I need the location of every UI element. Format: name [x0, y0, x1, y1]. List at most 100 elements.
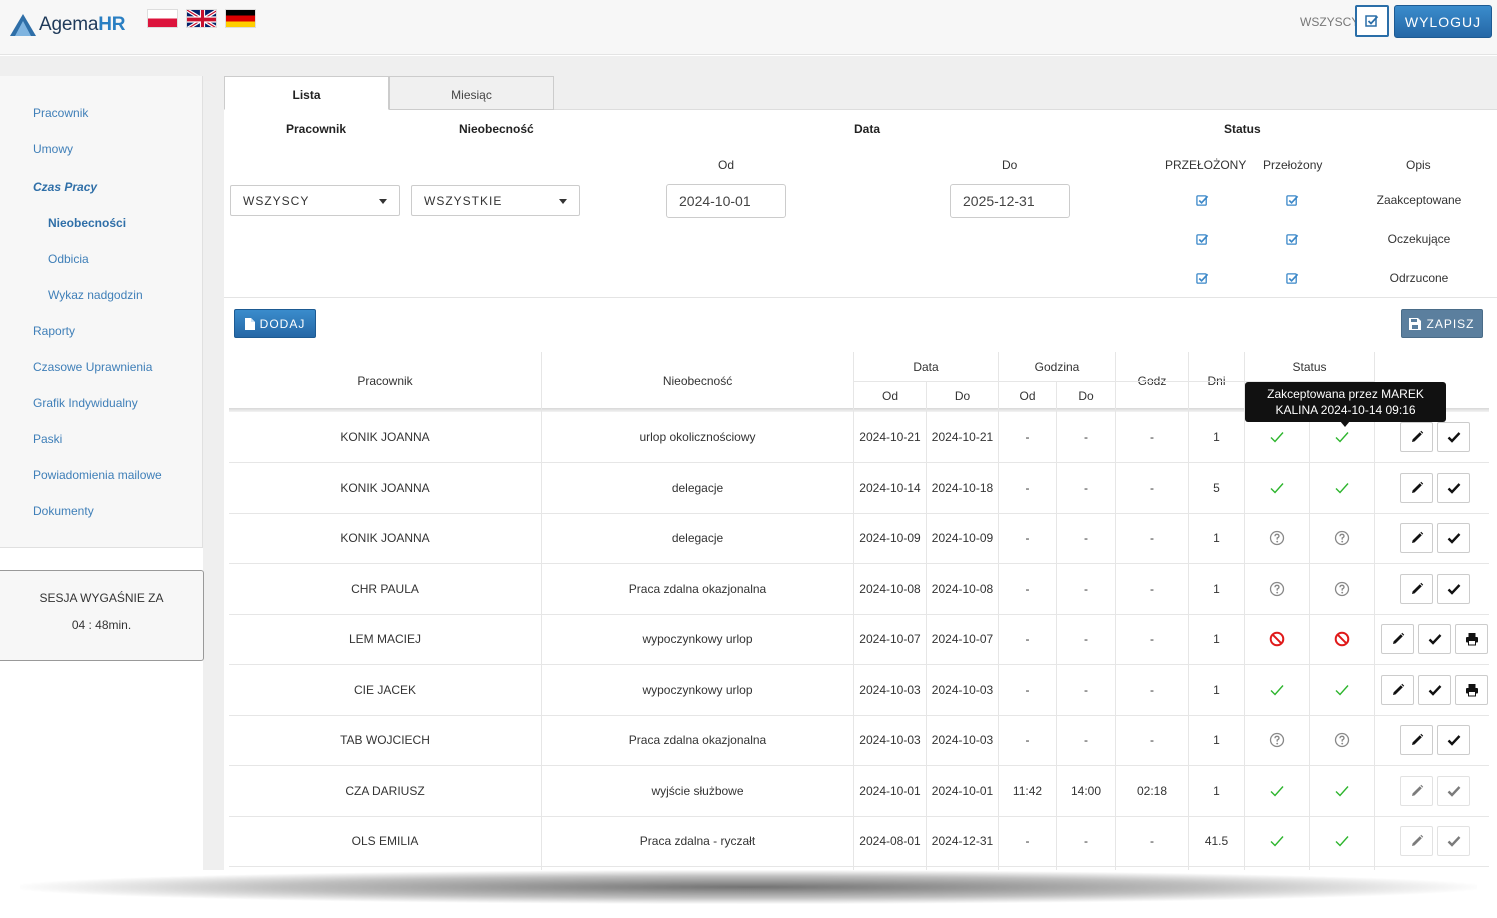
th-data-od[interactable]: Od — [854, 382, 926, 410]
tab-lista[interactable]: Lista — [224, 76, 389, 110]
status-filter-przelozony-checkbox[interactable] — [1286, 233, 1299, 246]
date-from-input[interactable]: 2024-10-01 — [666, 184, 786, 218]
cell-status-przelozony[interactable] — [1310, 766, 1374, 816]
cell-status-przelozony-upper[interactable] — [1245, 614, 1309, 664]
cell-status-przelozony-upper[interactable] — [1245, 665, 1309, 715]
approve-button[interactable] — [1418, 624, 1451, 654]
approve-button[interactable] — [1437, 725, 1470, 755]
th-pracownik[interactable]: Pracownik — [229, 352, 541, 410]
edit-button[interactable] — [1400, 775, 1433, 806]
tab-miesiac[interactable]: Miesiąc — [389, 76, 554, 110]
print-button[interactable] — [1455, 624, 1488, 654]
sidebar-item-umowy[interactable]: Umowy — [33, 142, 73, 156]
file-icon — [244, 317, 255, 330]
pencil-icon — [1411, 531, 1423, 543]
cell-godz: - — [1150, 581, 1154, 596]
nieobecnosc-select[interactable]: WSZYSTKIE — [411, 185, 580, 216]
approve-button[interactable] — [1437, 826, 1470, 856]
cell-dni: 1 — [1213, 581, 1220, 596]
cell-status-przelozony-upper[interactable] — [1245, 513, 1309, 563]
cell-data-do: 2024-10-01 — [931, 783, 994, 798]
cell-status-przelozony-upper[interactable] — [1245, 715, 1309, 765]
edit-button[interactable] — [1400, 472, 1433, 503]
status-filter-przelozony-upper-checkbox[interactable] — [1196, 233, 1209, 246]
cell-status-przelozony-upper[interactable] — [1245, 463, 1309, 513]
th-nieobecnosc[interactable]: Nieobecność — [542, 352, 853, 410]
th-godzina-od[interactable]: Od — [999, 382, 1056, 410]
cell-status-przelozony[interactable] — [1310, 715, 1374, 765]
tooltip-line2: KALINA 2024-10-14 09:16 — [1275, 403, 1416, 417]
save-button[interactable]: ZAPISZ — [1401, 309, 1483, 338]
approve-button[interactable] — [1437, 775, 1470, 806]
edit-button[interactable] — [1400, 523, 1433, 553]
edit-button[interactable] — [1400, 725, 1433, 755]
flag-de-icon[interactable] — [225, 9, 256, 28]
sidebar-item-nieobecnosci[interactable]: Nieobecności — [48, 216, 126, 230]
cell-status-przelozony[interactable] — [1310, 463, 1374, 513]
cell-status-przelozony[interactable] — [1310, 665, 1374, 715]
status-filter-przelozony-upper-checkbox[interactable] — [1196, 272, 1209, 285]
edit-button[interactable] — [1381, 624, 1414, 654]
cell-status-przelozony[interactable] — [1310, 564, 1374, 614]
logout-button[interactable]: WYLOGUJ — [1394, 5, 1492, 38]
status-col-przelozony: Przełożony — [1263, 158, 1323, 172]
cell-data-do: 2024-10-18 — [931, 480, 994, 495]
approve-button[interactable] — [1437, 472, 1470, 503]
approve-button[interactable] — [1437, 573, 1470, 604]
wszyscy-checkbox[interactable] — [1355, 5, 1389, 37]
status-filter-przelozony-upper-checkbox[interactable] — [1196, 194, 1209, 207]
sidebar-item-grafik-indywidualny[interactable]: Grafik Indywidualny — [33, 396, 138, 410]
status-filter-label: Odrzucone — [1389, 271, 1449, 285]
logo[interactable]: AgemaHR — [9, 10, 125, 40]
cell-status-przelozony-upper[interactable] — [1245, 564, 1309, 614]
th-data-do[interactable]: Do — [927, 382, 998, 410]
date-to-input[interactable]: 2025-12-31 — [950, 184, 1070, 218]
sidebar-item-paski[interactable]: Paski — [33, 432, 62, 446]
edit-button[interactable] — [1381, 674, 1414, 705]
sidebar-item-powiadomienia[interactable]: Powiadomienia mailowe — [33, 468, 162, 482]
cell-data-do: 2024-10-21 — [931, 430, 994, 444]
cell-status-przelozony-upper[interactable] — [1245, 816, 1309, 866]
th-godzina-do[interactable]: Do — [1057, 382, 1115, 410]
add-button[interactable]: DODAJ — [234, 309, 316, 338]
cell-status-przelozony[interactable] — [1310, 614, 1374, 664]
column-divider — [1374, 352, 1375, 870]
approve-button[interactable] — [1437, 523, 1470, 553]
filter-pracownik-header: Pracownik — [286, 122, 347, 136]
cell-godzina-do: - — [1084, 682, 1088, 697]
approve-button[interactable] — [1437, 422, 1470, 452]
th-data: Data — [854, 354, 998, 380]
edit-button[interactable] — [1400, 573, 1433, 604]
cell-dni: 1 — [1213, 632, 1220, 646]
sidebar-item-raporty[interactable]: Raporty — [33, 324, 75, 338]
status-filter-przelozony-checkbox[interactable] — [1286, 272, 1299, 285]
cell-dni: 1 — [1213, 430, 1220, 444]
cell-data-od: 2024-10-07 — [859, 632, 921, 646]
print-button[interactable] — [1455, 674, 1488, 705]
sidebar-item-czasowe-uprawnienia[interactable]: Czasowe Uprawnienia — [33, 360, 152, 374]
cell-status-przelozony[interactable] — [1310, 513, 1374, 563]
cell-godzina-do: 14:00 — [1070, 783, 1102, 798]
sidebar-item-odbicia[interactable]: Odbicia — [48, 252, 89, 266]
flag-en-icon[interactable] — [186, 9, 217, 28]
cell-pracownik: OLS EMILIA — [351, 834, 419, 848]
sidebar-item-wykaz-nadgodzin[interactable]: Wykaz nadgodzin — [48, 288, 143, 302]
pracownik-select[interactable]: WSZYSCY — [230, 185, 400, 216]
status-filter-przelozony-checkbox[interactable] — [1286, 194, 1299, 207]
cell-nieobecnosc: Praca zdalna - ryczałt — [639, 834, 756, 848]
cell-godz: - — [1150, 834, 1154, 848]
column-divider — [1244, 352, 1245, 870]
sidebar-item-dokumenty[interactable]: Dokumenty — [33, 504, 94, 518]
question-circle-icon — [1334, 530, 1350, 546]
edit-button[interactable] — [1400, 826, 1433, 856]
sidebar-item-czas-pracy[interactable]: Czas Pracy — [33, 180, 97, 194]
approve-button[interactable] — [1418, 674, 1451, 705]
sidebar-item-pracownik[interactable]: Pracownik — [33, 106, 88, 120]
flag-pl-icon[interactable] — [147, 9, 178, 28]
cell-dni: 1 — [1213, 531, 1220, 545]
edit-button[interactable] — [1400, 422, 1433, 452]
cell-status-przelozony[interactable] — [1310, 816, 1374, 866]
status-tooltip: Zakceptowana przez MAREK KALINA 2024-10-… — [1245, 382, 1446, 422]
cell-status-przelozony-upper[interactable] — [1245, 766, 1309, 816]
session-time: 04 : 48min. — [71, 618, 132, 632]
